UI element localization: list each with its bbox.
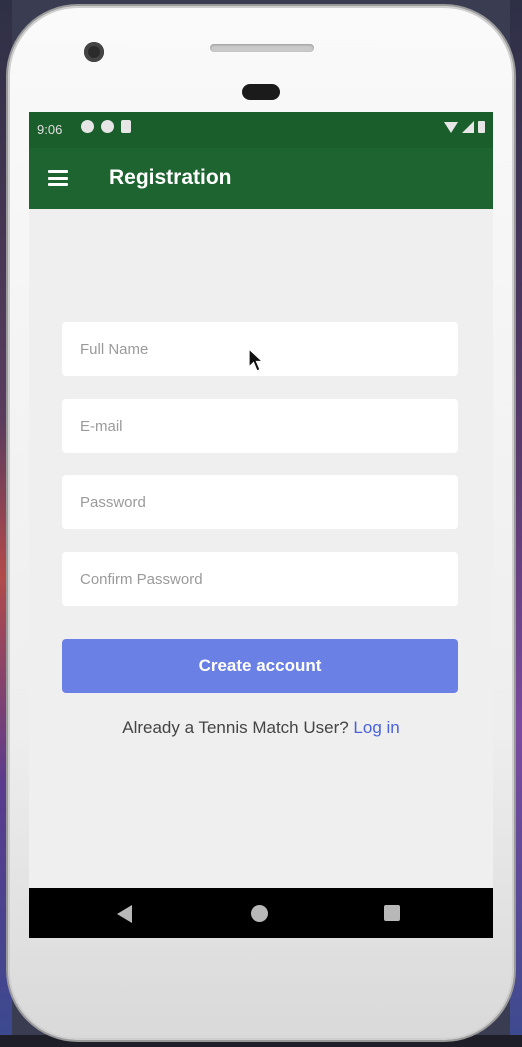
home-icon[interactable]: [251, 905, 268, 922]
login-prompt-text: Already a Tennis Match User?: [122, 718, 354, 737]
hamburger-menu-icon[interactable]: [48, 170, 68, 186]
create-account-button[interactable]: Create account: [62, 639, 458, 693]
signal-icon: [462, 121, 474, 133]
phone-frame: 9:06 Registration Create account Al: [8, 6, 514, 1040]
login-link[interactable]: Log in: [353, 718, 399, 737]
sync-icon: [101, 120, 114, 133]
status-system-icons: [444, 121, 485, 133]
android-nav-bar: [29, 888, 493, 938]
sd-card-icon: [121, 120, 131, 133]
battery-icon: [478, 121, 485, 133]
status-notification-icons: [81, 120, 131, 133]
page-title: Registration: [109, 166, 232, 189]
email-input[interactable]: [62, 399, 458, 453]
back-icon[interactable]: [117, 905, 132, 923]
earpiece-speaker: [210, 44, 314, 52]
recent-apps-icon[interactable]: [384, 905, 400, 921]
status-time: 9:06: [37, 122, 63, 137]
password-input[interactable]: [62, 475, 458, 529]
app-screen: 9:06 Registration Create account Al: [29, 112, 493, 938]
app-bar: Registration: [29, 148, 493, 209]
notification-icon: [81, 120, 94, 133]
proximity-sensor: [242, 84, 280, 100]
status-bar: 9:06: [29, 112, 493, 148]
front-camera: [84, 42, 104, 62]
confirm-password-input[interactable]: [62, 552, 458, 606]
login-prompt: Already a Tennis Match User? Log in: [29, 718, 493, 738]
wifi-icon: [444, 122, 458, 133]
